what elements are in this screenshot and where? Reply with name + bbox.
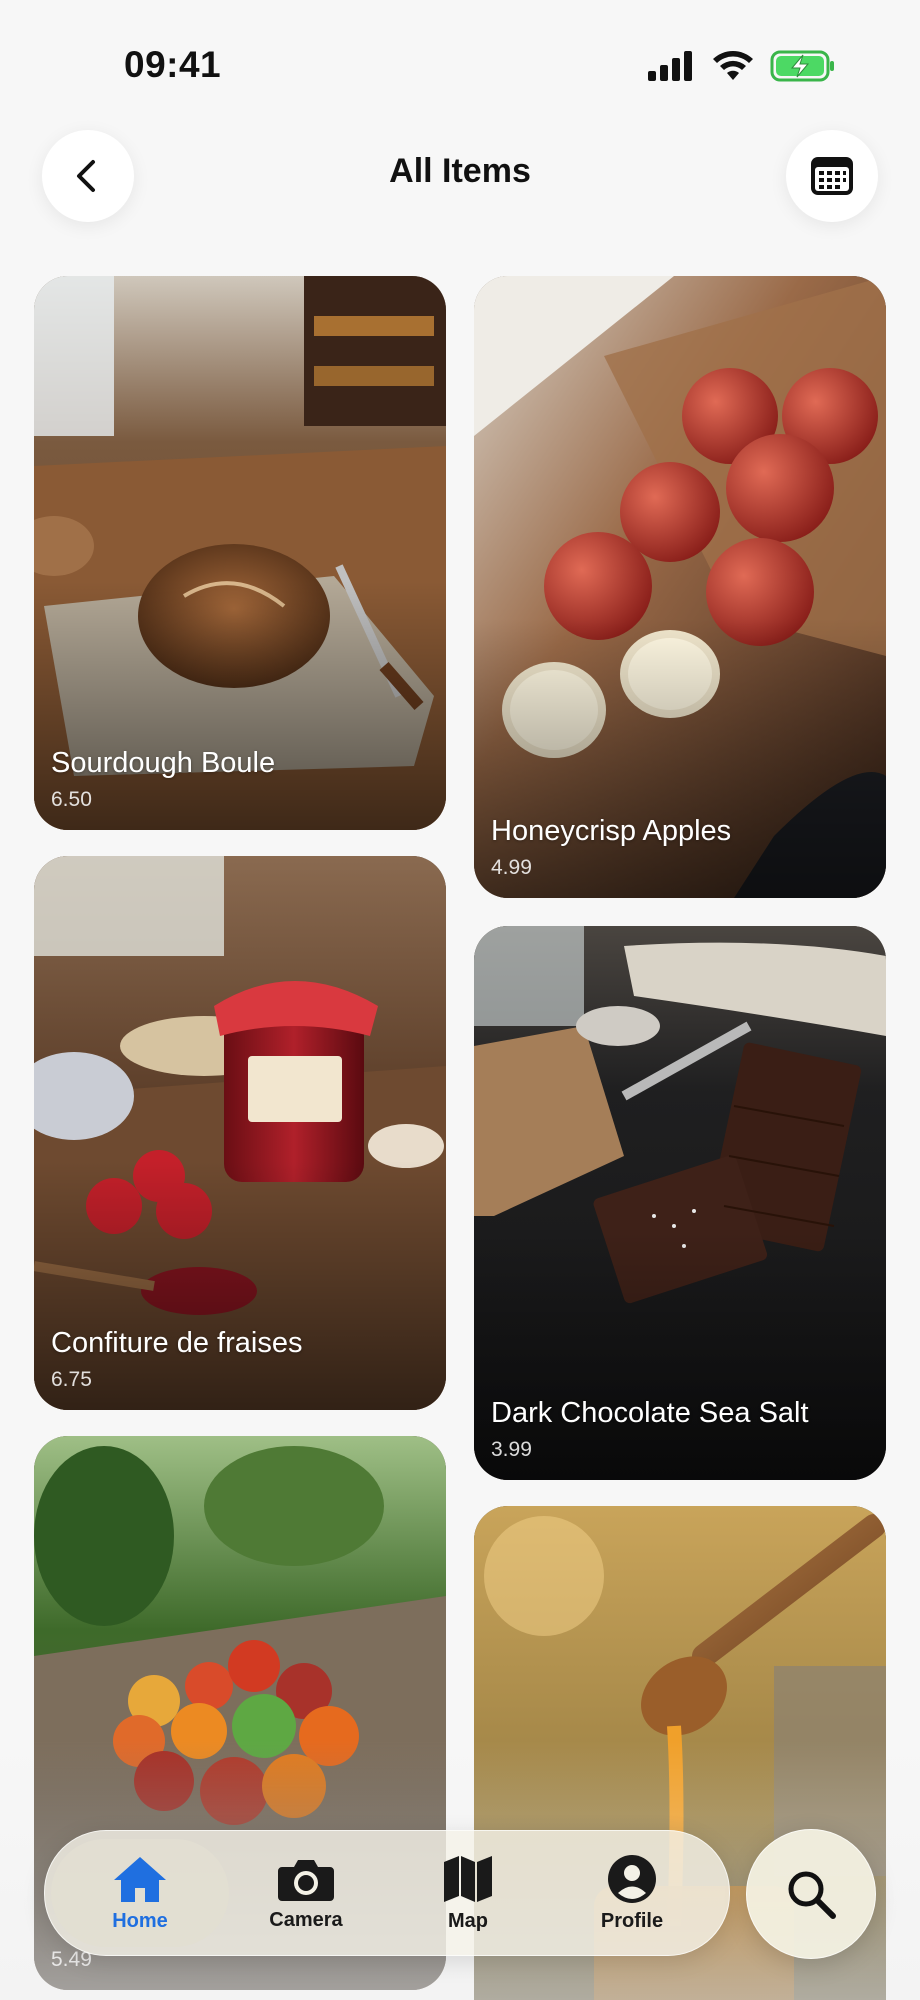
search-icon [788, 1871, 836, 1919]
item-price: 4.99 [491, 856, 532, 879]
tab-label: Map [448, 1909, 488, 1932]
cellular-signal-icon [648, 51, 692, 81]
status-bar: 09:41 [0, 0, 920, 120]
page-title: All Items [389, 152, 531, 190]
item-title: Honeycrisp Apples [491, 815, 732, 847]
item-title: Confiture de fraises [51, 1327, 303, 1359]
search-button[interactable] [746, 1829, 876, 1959]
status-time: 09:41 [124, 44, 222, 85]
app-screen: 09:41 All Items Sourdough Boule 6.50 Hon… [0, 0, 920, 2000]
calendar-button[interactable] [786, 130, 878, 222]
profile-icon [608, 1854, 656, 1903]
card-shade [34, 1160, 446, 1410]
tab-label: Home [112, 1909, 168, 1932]
card-shade [474, 1230, 886, 1480]
camera-icon [278, 1859, 334, 1901]
wifi-icon [713, 51, 753, 80]
tab-label: Profile [600, 1909, 664, 1932]
tab-camera[interactable]: Camera [231, 1831, 381, 1955]
status-icons [648, 50, 836, 82]
item-title: Sourdough Boule [51, 747, 276, 779]
item-price: 6.50 [51, 788, 92, 811]
calendar-icon [811, 157, 853, 195]
tab-profile[interactable]: Profile [557, 1831, 707, 1955]
item-card-apples[interactable]: Honeycrisp Apples 4.99 [474, 276, 886, 898]
card-shade [474, 618, 886, 898]
item-card-strawberry-jam[interactable]: Confiture de fraises 6.75 [34, 856, 446, 1410]
home-icon [114, 1856, 166, 1902]
map-icon [444, 1855, 492, 1902]
item-card-sourdough[interactable]: Sourdough Boule 6.50 [34, 276, 446, 830]
tab-map[interactable]: Map [393, 1831, 543, 1955]
item-price: 6.75 [51, 1368, 92, 1391]
tab-home[interactable]: Home [65, 1831, 215, 1955]
card-shade [34, 580, 446, 830]
item-title: Dark Chocolate Sea Salt [491, 1397, 809, 1429]
battery-charging-icon [770, 50, 834, 82]
tab-bar: Home Camera Map Profile [44, 1830, 730, 1956]
item-card-dark-chocolate[interactable]: Dark Chocolate Sea Salt 3.99 [474, 926, 886, 1480]
tab-label: Camera [269, 1908, 343, 1931]
item-price: 3.99 [491, 1438, 532, 1461]
